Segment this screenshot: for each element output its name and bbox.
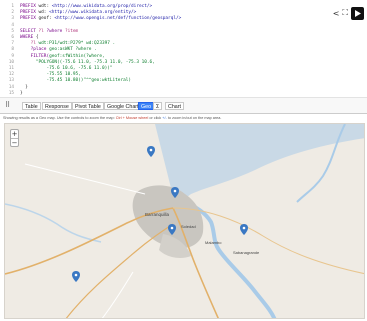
code-line[interactable]: 15} — [0, 90, 367, 97]
note-prefix: Showing results as a Geo map. Use the co… — [3, 116, 116, 120]
tab-sigma[interactable]: Σ — [153, 102, 163, 110]
note-suffix: to zoom in/out on the map area. — [166, 116, 222, 120]
tab-chart[interactable]: Chart — [165, 102, 184, 110]
editor-controls: < ⛶ — [333, 6, 364, 20]
tab-pivot-table[interactable]: Pivot Table — [72, 102, 104, 110]
result-tabs: ⠿ Table Response Pivot Table Google Char… — [0, 98, 367, 114]
code-token: } — [20, 90, 23, 96]
note-key-1: Ctrl + Mouse wheel — [115, 116, 149, 120]
share-icon[interactable]: < — [333, 9, 340, 18]
play-icon — [355, 9, 361, 17]
run-button[interactable] — [351, 6, 364, 20]
tab-geo[interactable]: Geo — [138, 102, 155, 110]
place-label-barranquilla: Barranquilla — [145, 212, 170, 217]
expand-icon[interactable]: ⛶ — [342, 8, 348, 18]
drag-handle-icon[interactable]: ⠿ — [5, 101, 10, 109]
tab-google-chart[interactable]: Google Chart — [104, 102, 142, 110]
tab-table[interactable]: Table — [22, 102, 41, 110]
tab-response[interactable]: Response — [42, 102, 72, 110]
place-label-soledad: Soledad — [181, 224, 196, 229]
note-mid: or click — [148, 116, 163, 120]
zoom-control: + − — [10, 129, 19, 147]
results-note: Showing results as a Geo map. Use the co… — [3, 115, 365, 121]
geo-map[interactable]: Barranquilla Soledad Malambo Sabanagrand… — [4, 123, 365, 319]
place-label-sabanagrande: Sabanagrande — [233, 250, 260, 255]
place-label-malambo: Malambo — [205, 240, 222, 245]
map-canvas[interactable]: Barranquilla Soledad Malambo Sabanagrand… — [5, 124, 365, 319]
zoom-in-button[interactable]: + — [11, 130, 18, 138]
line-number: 15 — [8, 90, 14, 96]
zoom-out-button[interactable]: − — [11, 138, 18, 147]
query-editor[interactable]: 1 PREFIX wdt: <http://www.wikidata.org/pr… — [0, 0, 367, 98]
